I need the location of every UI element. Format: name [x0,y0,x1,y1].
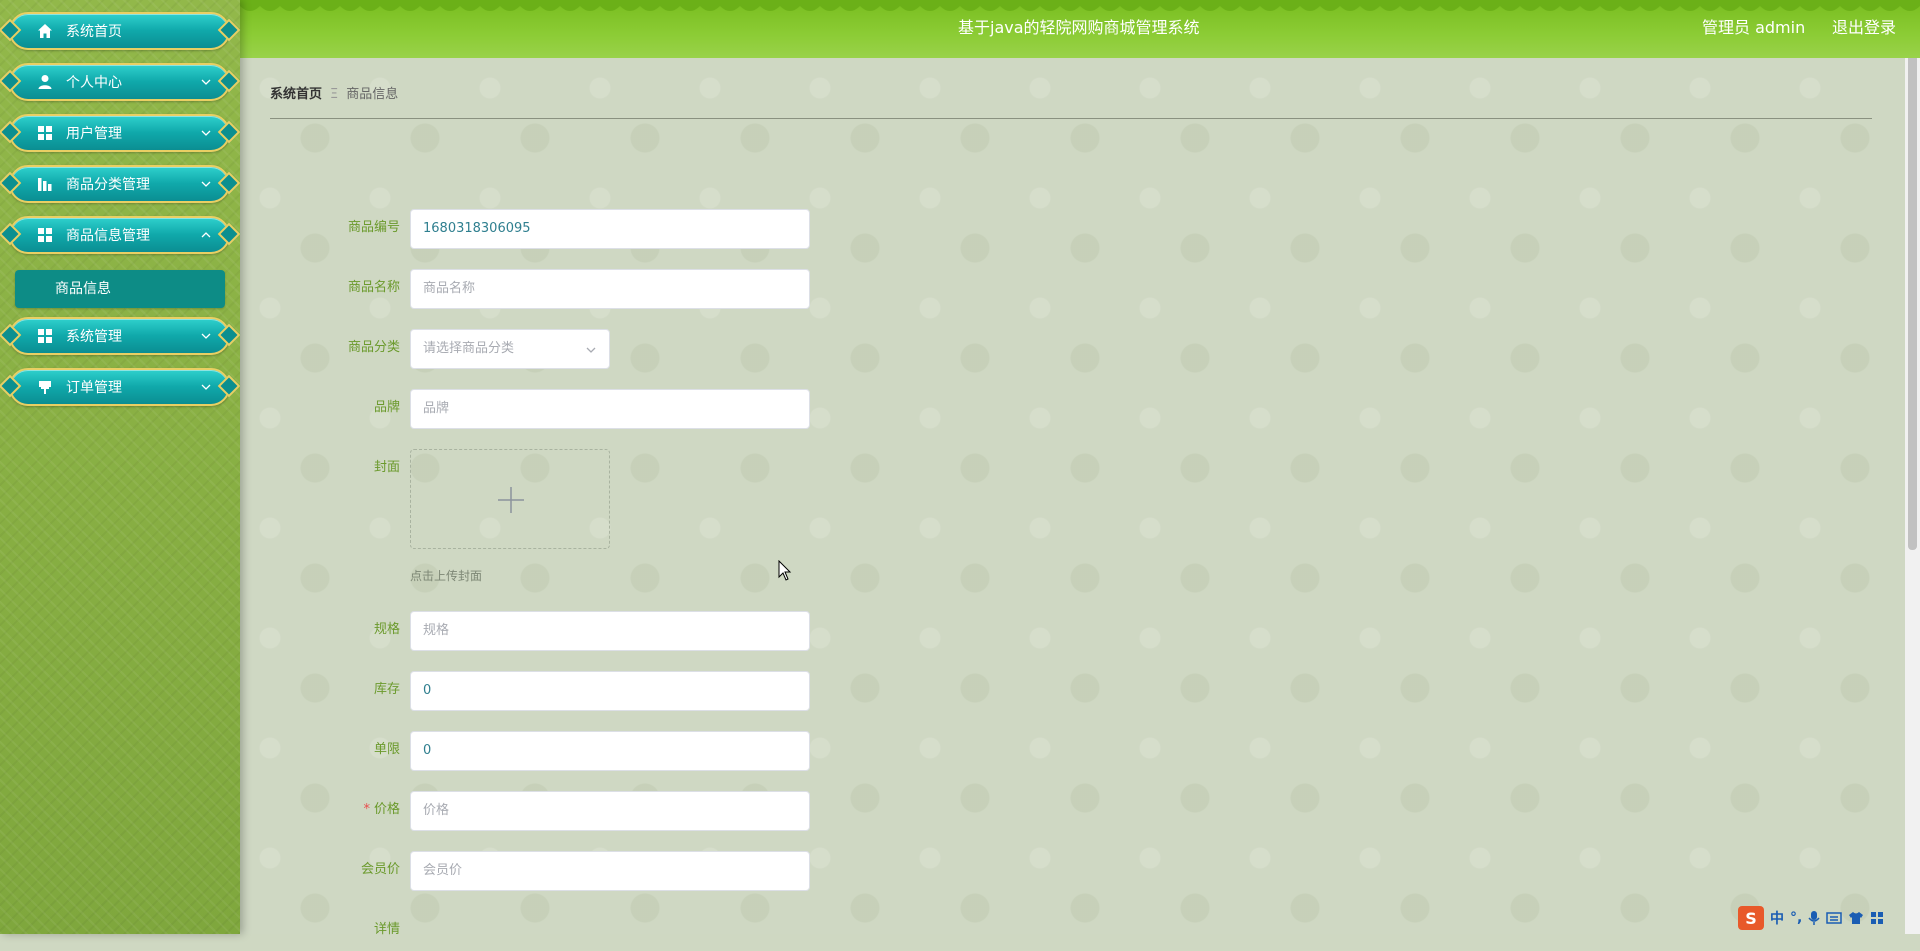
menu-ornament-left [0,323,22,347]
sidebar-item-label: 商品分类管理 [66,177,150,193]
sogou-ime-logo: S [1738,906,1764,930]
logout-link[interactable]: 退出登录 [1832,18,1896,38]
ime-language-toggle[interactable]: 中 [1770,908,1784,928]
grid-icon [37,227,53,243]
menu-ornament-right [217,374,241,398]
sidebar-item-product-info-management[interactable]: 商品信息管理 [0,216,241,254]
sidebar-item-label: 用户管理 [66,126,122,142]
main-content: 系统首页 Ξ 商品信息 商品编号 1680318306095 商品名称 商品名称 商… [240,58,1905,937]
stock-input[interactable]: 0 [410,671,810,711]
sidebar-subitem-product-info[interactable]: 商品信息 [15,270,225,308]
field-label: 品牌 [373,400,400,415]
breadcrumb-home[interactable]: 系统首页 [270,87,322,102]
menu-ornament-right [217,18,241,42]
chevron-down-icon [201,79,211,85]
sidebar-item-user-management[interactable]: 用户管理 [0,114,241,152]
menu-ornament-right [217,69,241,93]
cover-upload-button[interactable] [410,449,610,549]
sidebar-item-system-management[interactable]: 系统管理 [0,317,241,355]
menu-ornament-right [217,323,241,347]
category-select[interactable]: 请选择商品分类 [410,329,610,369]
pin-icon [37,379,53,395]
field-label: 会员价 [360,862,400,877]
sidebar-item-personal-center[interactable]: 个人中心 [0,63,241,101]
spec-input[interactable]: 规格 [410,611,810,651]
sidebar: 系统首页 个人中心 用户管理 商品分类管理 商品信息管理 商品信息 系统管理 订… [0,0,241,934]
menu-ornament-right [217,222,241,246]
microphone-icon[interactable] [1808,910,1820,926]
toolbox-grid-icon[interactable] [1870,911,1884,925]
field-label: 库存 [373,682,400,697]
sidebar-item-category-management[interactable]: 商品分类管理 [0,165,241,203]
grid-icon [37,125,53,141]
mouse-cursor-icon [778,560,792,581]
field-label: 商品分类 [347,340,400,355]
sidebar-item-label: 系统管理 [66,329,122,345]
breadcrumb-separator: Ξ [330,87,339,102]
sidebar-item-home[interactable]: 系统首页 [0,12,241,50]
current-user-role: 管理员 admin [1702,18,1806,37]
menu-ornament-left [0,222,22,246]
chevron-up-icon [201,232,211,238]
sidebar-item-label: 商品信息管理 [66,228,150,244]
breadcrumb-current: 商品信息 [346,87,399,102]
field-label: 商品名称 [347,280,400,295]
plus-icon [498,487,524,513]
page-scrollbar-thumb[interactable] [1908,2,1917,550]
chevron-down-icon [201,181,211,187]
menu-ornament-left [0,18,22,42]
member-price-input[interactable]: 会员价 [410,851,810,891]
menu-ornament-left [0,171,22,195]
sidebar-subitem-label: 商品信息 [55,281,111,297]
ime-toolbar[interactable]: S 中 °, [1738,906,1884,930]
purchase-limit-input[interactable]: 0 [410,731,810,771]
menu-ornament-left [0,120,22,144]
field-label: 规格 [373,622,400,637]
field-label: 商品编号 [347,220,400,235]
price-input[interactable]: 价格 [410,791,810,831]
field-label: * 价格 [280,802,400,818]
skin-shirt-icon[interactable] [1848,911,1864,925]
product-code-input[interactable]: 1680318306095 [410,209,810,249]
chevron-down-icon [201,333,211,339]
required-asterisk: * [363,802,370,817]
app-title: 基于java的轻院网购商城管理系统 [958,18,1200,37]
sidebar-item-label: 系统首页 [66,24,122,40]
price-label-text: 价格 [373,802,400,817]
field-label: 详情 [373,922,400,937]
brand-input[interactable]: 品牌 [410,389,810,429]
upload-hint: 点击上传封面 [410,569,483,583]
breadcrumb-divider [270,118,1872,119]
menu-ornament-left [0,374,22,398]
menu-ornament-right [217,120,241,144]
ime-punctuation-toggle[interactable]: °, [1790,910,1802,926]
sidebar-item-label: 个人中心 [66,75,122,91]
grid-icon [37,328,53,344]
field-label: 单限 [373,742,400,757]
keyboard-icon[interactable] [1826,911,1843,925]
chevron-down-icon [201,130,211,136]
top-header: 基于java的轻院网购商城管理系统 管理员 admin 退出登录 [240,0,1920,58]
bar-chart-icon [37,176,53,192]
header-wave-decoration [240,0,1920,11]
menu-ornament-right [217,171,241,195]
chevron-down-icon [201,384,211,390]
chevron-down-icon [586,347,596,353]
category-select-placeholder: 请选择商品分类 [423,341,515,356]
breadcrumb: 系统首页 Ξ 商品信息 [270,87,398,103]
product-name-input[interactable]: 商品名称 [410,269,810,309]
field-label: 封面 [373,460,400,475]
menu-ornament-left [0,69,22,93]
home-icon [37,23,53,39]
sidebar-item-order-management[interactable]: 订单管理 [0,368,241,406]
user-icon [37,74,53,90]
sidebar-item-label: 订单管理 [66,380,122,396]
